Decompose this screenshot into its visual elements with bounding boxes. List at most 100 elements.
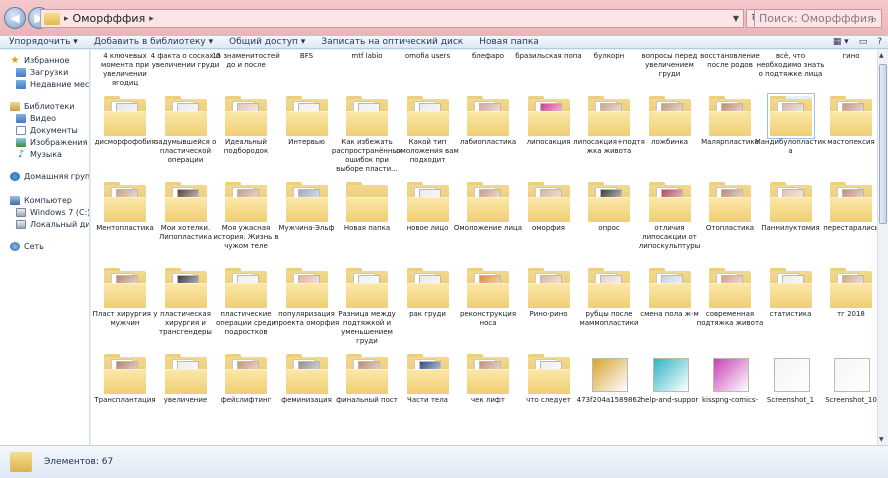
pictures-library-icon [16, 137, 26, 147]
folder-icon [225, 96, 267, 136]
command-toolbar: Упорядочить ▾ Добавить в библиотеку ▾ Об… [0, 36, 888, 49]
folder-icon [406, 182, 449, 222]
nav-homegroup[interactable]: Домашняя группа [10, 170, 89, 182]
folder-icon [527, 268, 570, 308]
nav-label: Загрузки [30, 67, 69, 77]
nav-downloads[interactable]: Загрузки [16, 66, 68, 78]
file-name: мастопексия [827, 138, 875, 146]
share-button[interactable]: Общий доступ ▾ [221, 37, 313, 47]
nav-libraries[interactable]: Библиотеки [10, 100, 74, 112]
file-name: гино [842, 52, 860, 60]
nav-label: Изображения [30, 137, 88, 147]
network-icon [10, 241, 20, 251]
nav-label: Видео [30, 113, 57, 123]
folder-icon [346, 354, 388, 394]
folder-icon [346, 96, 388, 136]
folder-icon [164, 268, 207, 308]
folder-icon [830, 182, 872, 222]
documents-library-icon [16, 125, 26, 135]
nav-music[interactable]: ♪ Музыка [16, 148, 62, 160]
nav-recent[interactable]: Недавние места [16, 78, 90, 90]
nav-drive-d[interactable]: Локальный диск (D [16, 218, 90, 230]
nav-label: Библиотеки [24, 101, 75, 111]
nav-drive-c[interactable]: Windows 7 (C:) [16, 206, 90, 218]
scrollbar-thumb[interactable] [879, 64, 887, 224]
folder-icon [527, 354, 570, 394]
folder-icon [285, 96, 328, 136]
search-placeholder: Поиск: Оморфффия [759, 12, 874, 25]
computer-icon [10, 195, 20, 205]
folder-icon [104, 354, 146, 394]
new-folder-button[interactable]: Новая папка [471, 37, 547, 47]
nav-label: Документы [30, 125, 78, 135]
path-separator-icon[interactable]: ▸ [64, 14, 69, 24]
nav-label: Компьютер [24, 195, 72, 205]
burn-disc-button[interactable]: Записать на оптический диск [313, 37, 471, 47]
folder-icon [346, 268, 388, 308]
address-bar: ◀ ▶ ▼ ▸ Оморфффия ▸ ▼ ↻ Поиск: Оморфффия… [0, 0, 888, 36]
folder-icon [346, 182, 388, 222]
address-path-field[interactable]: ▸ Оморфффия ▸ ▼ [40, 9, 744, 28]
folder-icon [406, 96, 449, 136]
downloads-folder-icon [16, 67, 26, 77]
folder-icon [830, 268, 872, 308]
search-icon: ⌕ [870, 13, 877, 26]
view-options-icon[interactable]: ▦ ▾ [833, 37, 849, 47]
file-name: тг 2018 [837, 310, 865, 318]
image-thumbnail-icon [649, 354, 691, 394]
music-library-icon: ♪ [17, 148, 25, 160]
file-list-view[interactable]: 4 ключевых момента при увеличении ягодиц… [91, 50, 877, 445]
libraries-icon [10, 101, 20, 111]
image-thumbnail-icon [770, 354, 812, 394]
search-input[interactable]: Поиск: Оморфффия ⌕ [754, 9, 882, 28]
folder-icon [467, 182, 509, 222]
scroll-down-icon[interactable]: ▼ [879, 436, 884, 443]
folder-icon [285, 268, 328, 308]
help-icon[interactable]: ? [877, 37, 882, 47]
folder-icon [285, 354, 328, 394]
nav-label: Музыка [30, 149, 62, 159]
preview-pane-icon[interactable]: ▭ [859, 37, 868, 47]
folder-icon [588, 96, 630, 136]
nav-label: Windows 7 (C:) [30, 207, 90, 217]
nav-computer[interactable]: Компьютер [10, 194, 72, 206]
folder-icon [766, 93, 815, 139]
back-button[interactable]: ◀ [4, 7, 26, 29]
scroll-up-icon[interactable]: ▲ [879, 52, 884, 59]
nav-images[interactable]: Изображения [16, 136, 87, 148]
nav-label: Избранное [24, 55, 70, 65]
add-to-library-button[interactable]: Добавить в библиотеку ▾ [86, 37, 221, 47]
status-bar: Элементов: 67 [0, 445, 888, 478]
folder-icon [588, 268, 630, 308]
folder-icon [10, 452, 32, 472]
folder-icon [104, 268, 146, 308]
address-dropdown-icon[interactable]: ▼ [733, 14, 739, 23]
folder-icon [830, 96, 872, 136]
nav-video[interactable]: Видео [16, 112, 56, 124]
nav-network[interactable]: Сеть [10, 240, 44, 252]
back-arrow-icon: ◀ [10, 11, 20, 25]
folder-icon [467, 268, 509, 308]
folder-icon [709, 268, 751, 308]
nav-favorites[interactable]: ★ Избранное [10, 54, 70, 66]
organize-button[interactable]: Упорядочить ▾ [0, 37, 86, 47]
nav-label: Локальный диск (D [30, 219, 90, 229]
breadcrumb-current[interactable]: Оморфффия [73, 12, 146, 25]
file-name: перестарались [823, 224, 877, 232]
folder-icon [769, 268, 812, 308]
folder-icon [467, 354, 509, 394]
folder-icon [285, 182, 328, 222]
vertical-scrollbar[interactable]: ▲ ▼ [877, 50, 888, 445]
homegroup-icon [10, 171, 20, 181]
path-separator-icon[interactable]: ▸ [149, 14, 154, 24]
navigation-pane: ★ Избранное Загрузки Недавние места Библи… [0, 50, 90, 445]
folder-icon [44, 12, 60, 25]
nav-label: Недавние места [30, 79, 90, 89]
folder-icon [709, 96, 751, 136]
star-icon: ★ [10, 54, 20, 66]
folder-icon [164, 96, 207, 136]
image-thumbnail-icon [709, 354, 751, 394]
folder-icon [769, 182, 812, 222]
nav-documents[interactable]: Документы [16, 124, 78, 136]
folder-icon [164, 182, 207, 222]
